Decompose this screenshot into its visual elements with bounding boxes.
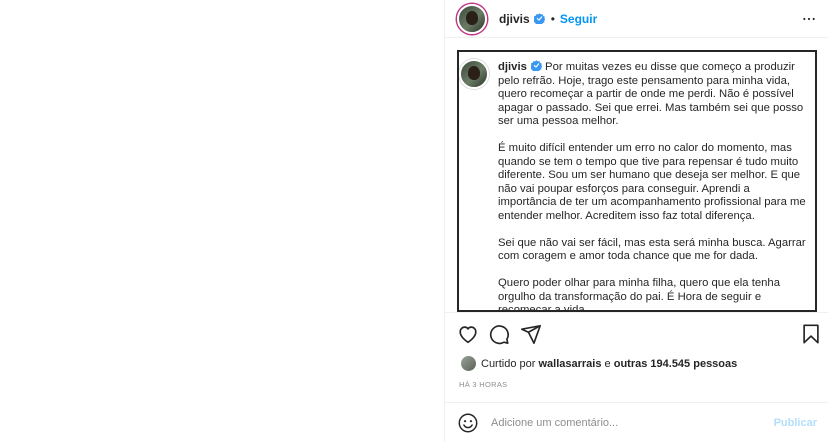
verified-badge-icon [530, 60, 542, 71]
profile-avatar[interactable] [457, 3, 487, 34]
bookmark-icon[interactable] [800, 323, 822, 345]
media-area [0, 0, 444, 442]
caption-paragraph: djivis Por muitas vezes eu disse que com… [498, 60, 808, 129]
verified-badge-icon [533, 13, 545, 24]
action-bar [445, 312, 828, 352]
caption-paragraph: Quero poder olhar para minha filha, quer… [498, 277, 780, 312]
comment-input[interactable] [491, 416, 774, 429]
post-timestamp[interactable]: HÁ 3 HORAS [459, 380, 507, 389]
likes-prefix: Curtido por [481, 357, 536, 370]
post-header: djivis • Seguir [445, 0, 828, 38]
comment-bar: Publicar [445, 402, 828, 442]
likes-count-link[interactable]: outras 194.545 pessoas [614, 358, 738, 370]
follow-button[interactable]: Seguir [560, 12, 597, 26]
heart-icon[interactable] [457, 323, 479, 345]
header-username[interactable]: djivis [499, 12, 530, 26]
caption-username[interactable]: djivis [498, 61, 527, 73]
separator-dot: • [550, 11, 555, 26]
caption-paragraph-text: Por muitas vezes eu disse que começo a p… [498, 61, 804, 127]
caption-avatar[interactable] [459, 59, 489, 89]
caption-paragraph: É muito difícil entender um erro no calo… [498, 142, 806, 222]
post-side-panel: djivis • Seguir djivis Por muitas vezes … [444, 0, 828, 442]
likes-summary: Curtido por wallasarrais e outras 194.54… [461, 356, 737, 371]
emoji-icon[interactable] [457, 412, 479, 434]
liker-avatar[interactable] [461, 356, 476, 371]
caption-paragraph: Sei que não vai ser fácil, mas esta será… [498, 236, 806, 263]
more-horizontal-icon[interactable] [801, 11, 817, 27]
caption-text: djivis Por muitas vezes eu disse que com… [498, 60, 808, 312]
likes-conjunction: e [604, 357, 611, 370]
publish-button[interactable]: Publicar [774, 417, 817, 429]
comment-icon[interactable] [488, 323, 510, 345]
send-icon[interactable] [520, 323, 542, 345]
liker-username[interactable]: wallasarrais [538, 358, 601, 370]
caption-box: djivis Por muitas vezes eu disse que com… [457, 50, 817, 312]
